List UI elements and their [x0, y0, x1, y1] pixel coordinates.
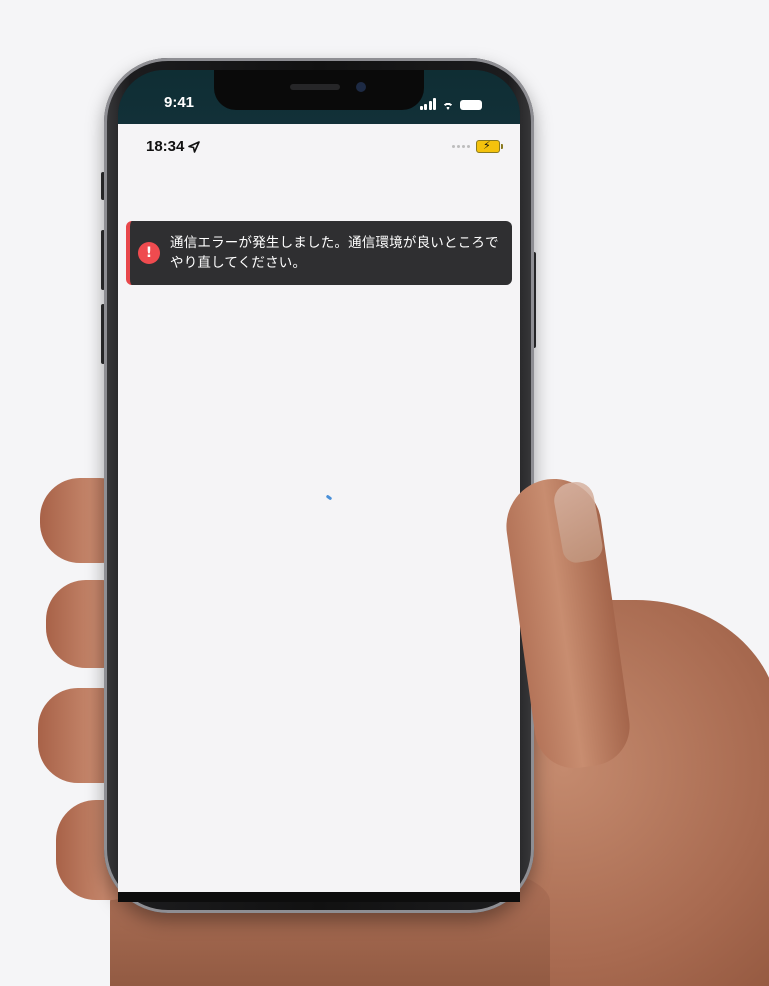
no-signal-icon: [452, 145, 470, 148]
phone-bottom-bezel: [118, 892, 520, 902]
app-status-icons: ⚡: [452, 140, 503, 153]
wifi-icon: [441, 100, 455, 110]
cellular-signal-icon: [419, 98, 436, 110]
device-status-time: 9:41: [164, 94, 195, 111]
loading-spinner-icon: [325, 494, 333, 501]
device-status-icons: [419, 96, 482, 110]
phone-notch: [214, 70, 424, 110]
error-toast[interactable]: ! 通信エラーが発生しました。通信環境が良いところでやり直してください。: [126, 221, 512, 285]
exclamation-circle-icon: !: [138, 242, 160, 264]
battery-charging-icon: ⚡: [476, 140, 503, 153]
front-camera: [356, 82, 366, 92]
stage: 9:41 18:34 ⚡ ! 通信エラーが発生しました。通信環境が良いところでや…: [0, 0, 769, 986]
app-screen: 18:34 ⚡ ! 通信エラーが発生しました。通信環境が良いところでやり直してく…: [118, 124, 520, 892]
app-status-bar: 18:34 ⚡: [118, 124, 520, 168]
earpiece-speaker: [290, 84, 340, 90]
location-arrow-icon: [188, 140, 201, 153]
app-status-time: 18:34: [146, 138, 185, 155]
app-status-time-group: 18:34: [146, 138, 201, 155]
battery-icon: [460, 100, 482, 110]
error-toast-message: 通信エラーが発生しました。通信環境が良いところでやり直してください。: [170, 235, 499, 271]
